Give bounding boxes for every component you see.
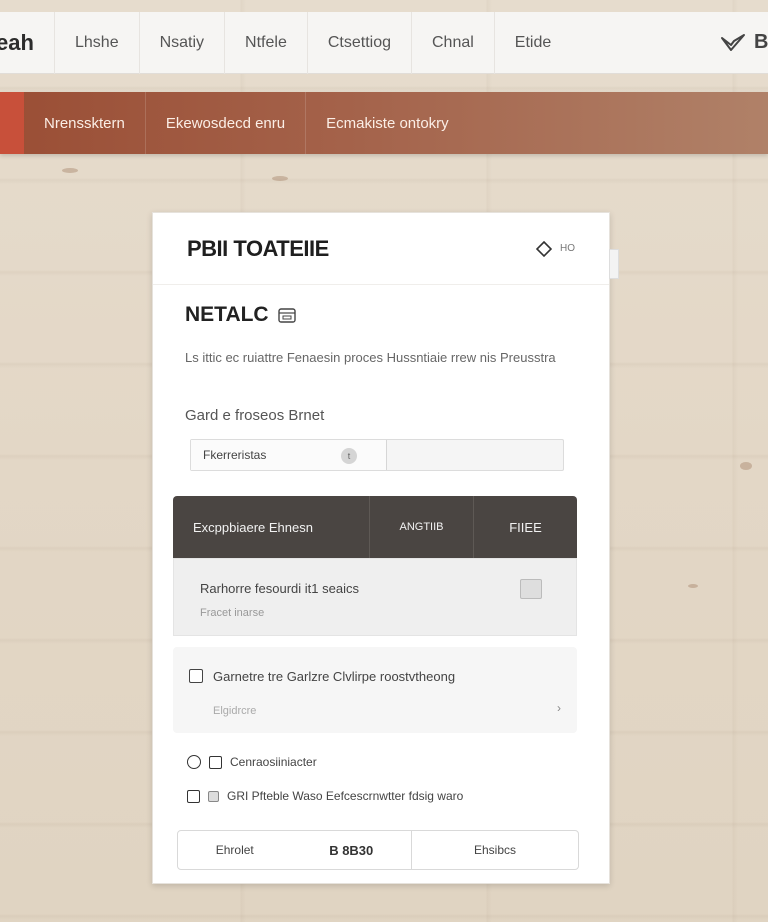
row-title: Rarhorre fesourdi it1 seaics [200,581,359,596]
nav-right-logo[interactable]: Bl [720,31,768,54]
section-title-text: NETALC [185,303,269,326]
nav-tab-4[interactable]: Ctsettiog [306,11,411,74]
wood-knot [62,168,78,173]
column-header-3[interactable]: FIIEE [473,496,577,558]
footer-bar: Ehrolet B 8B30 Ehsibcs [177,830,579,870]
option-checkbox[interactable] [209,755,222,769]
row-checkbox[interactable] [189,669,203,683]
row-subtitle: Fracet inarse [200,607,265,619]
check-icon [721,33,745,51]
wood-knot [688,584,698,588]
secondary-navigation-bar: Nrenssktern Ekewosdecd enru Ecmakiste on… [0,92,768,154]
option-label: GRI Pfteble Waso Eefcescrnwtter fdsig wa… [227,789,464,803]
section-title: NETALC [185,303,297,327]
nav-tab-5[interactable]: Chnal [410,11,494,74]
nav-tab-3[interactable]: Ntfele [224,11,307,74]
chevron-right-icon[interactable]: › [557,701,561,715]
field-label: Gard e froseos Brnet [185,407,325,424]
scrollbar-handle[interactable] [609,249,619,279]
calendar-icon [277,308,296,323]
table-header: Excppbiaere Ehnesn ANGTIIB FIIEE [173,496,577,558]
column-header-2[interactable]: ANGTIIB [369,496,473,558]
row-title: Garnetre tre Garlzre Clvlirpe roostvtheo… [213,669,456,684]
section-description: Ls ittic ec ruiattre Fenaesin proces Hus… [185,350,556,365]
footer-left[interactable]: Ehrolet B 8B30 [178,831,412,869]
nav-tab-1[interactable]: Lhshe [54,11,139,74]
option-label: Cenraosiiniacter [230,755,317,769]
column-header-1[interactable]: Excppbiaere Ehnesn [173,496,369,558]
combo-badge-icon[interactable]: t [341,448,357,464]
row-subtitle: Elgidrcre [213,705,257,717]
footer-left-value: B 8B30 [329,842,374,858]
nav-tab-6[interactable]: Etide [493,11,571,74]
option-row-1[interactable]: Cenraosiiniacter [187,755,317,769]
footer-left-label: Ehrolet [215,843,254,857]
card-title: PBII TOATEIIE [187,235,329,261]
nav-tab-2[interactable]: Nsatiy [138,11,224,74]
wood-knot [740,462,752,470]
logo-text: Bl [754,31,768,53]
combo-field[interactable]: Fkerreristas t [190,439,564,471]
main-card: PBII TOATEIIE HO NETALC Ls ittic ec ruia… [152,212,619,884]
subnav-item-1[interactable]: Nrenssktern [24,92,145,154]
option-row-2[interactable]: GRI Pfteble Waso Eefcescrnwtter fdsig wa… [187,789,463,803]
clock-icon [187,755,201,769]
document-icon[interactable] [520,579,542,599]
brand-name[interactable]: eah [0,30,54,56]
subnav-item-2[interactable]: Ekewosdecd enru [144,92,305,154]
footer-right-button[interactable]: Ehsibcs [412,843,578,857]
diamond-icon[interactable] [536,240,552,257]
option-checkbox[interactable] [187,789,200,803]
card-header: PBII TOATEIIE HO [153,213,609,285]
list-item[interactable]: Garnetre tre Garlzre Clvlirpe roostvtheo… [173,647,577,733]
option-checkbox-small[interactable] [208,790,219,802]
header-tool-label: HO [560,243,575,254]
combo-value[interactable]: Fkerreristas [191,440,387,470]
table-row[interactable]: Rarhorre fesourdi it1 seaics Fracet inar… [173,558,577,636]
header-tools[interactable]: HO [536,240,575,257]
wood-knot [272,176,288,181]
top-navigation-bar: eah Lhshe Nsatiy Ntfele Ctsettiog Chnal … [0,11,768,74]
subbar-accent [0,92,24,154]
subnav-item-3[interactable]: Ecmakiste ontokry [305,92,469,154]
